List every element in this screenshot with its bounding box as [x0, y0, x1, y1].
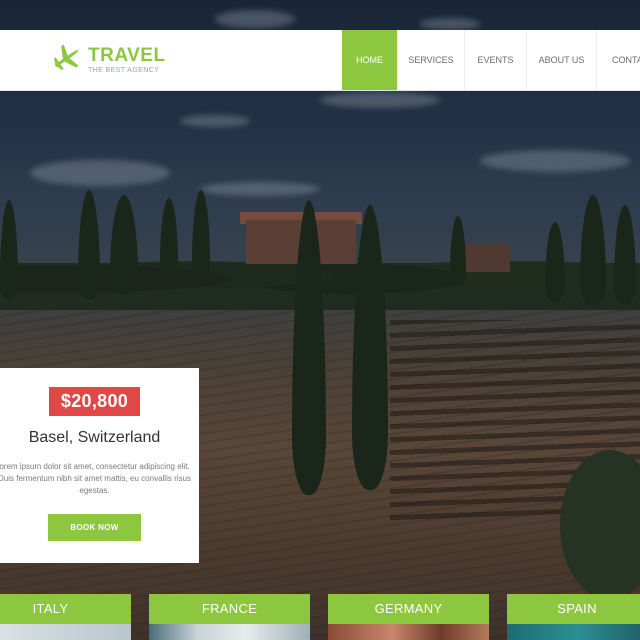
destination-france[interactable]: FRANCE — [149, 594, 310, 640]
destination-thumbnail — [507, 624, 640, 640]
destination-label: FRANCE — [149, 594, 310, 624]
price-badge: $20,800 — [48, 387, 141, 416]
brand-tagline: THE BEST AGENCY — [88, 67, 160, 74]
destination-label: SPAIN — [507, 594, 640, 624]
main-nav: HOME SERVICES EVENTS ABOUT US CONTA — [342, 30, 640, 90]
destination-thumbnail — [0, 624, 131, 640]
destination-spain[interactable]: SPAIN — [507, 594, 640, 640]
book-now-button[interactable]: BOOK NOW — [48, 514, 141, 541]
destination-thumbnail — [149, 624, 310, 640]
nav-contact[interactable]: CONTA — [596, 30, 640, 90]
airplane-icon — [50, 41, 84, 80]
nav-services[interactable]: SERVICES — [397, 30, 464, 90]
destination-thumbnail — [328, 624, 489, 640]
brand-title: TRAVEL — [88, 45, 166, 66]
destination-label: GERMANY — [328, 594, 489, 624]
destination-germany[interactable]: GERMANY — [328, 594, 489, 640]
nav-events[interactable]: EVENTS — [464, 30, 526, 90]
nav-about-us[interactable]: ABOUT US — [526, 30, 596, 90]
offer-description: orem ipsum dolor sit amet, consectetur a… — [0, 462, 191, 495]
brand-logo[interactable]: TRAVEL THE BEST AGENCY — [50, 42, 166, 78]
offer-card: $20,800 Basel, Switzerland orem ipsum do… — [0, 368, 199, 563]
offer-city: Basel, Switzerland — [28, 429, 161, 446]
destination-label: ITALY — [0, 594, 131, 624]
site-header: TRAVEL THE BEST AGENCY HOME SERVICES EVE… — [0, 30, 640, 91]
destination-italy[interactable]: ITALY — [0, 594, 131, 640]
nav-home[interactable]: HOME — [342, 30, 397, 90]
